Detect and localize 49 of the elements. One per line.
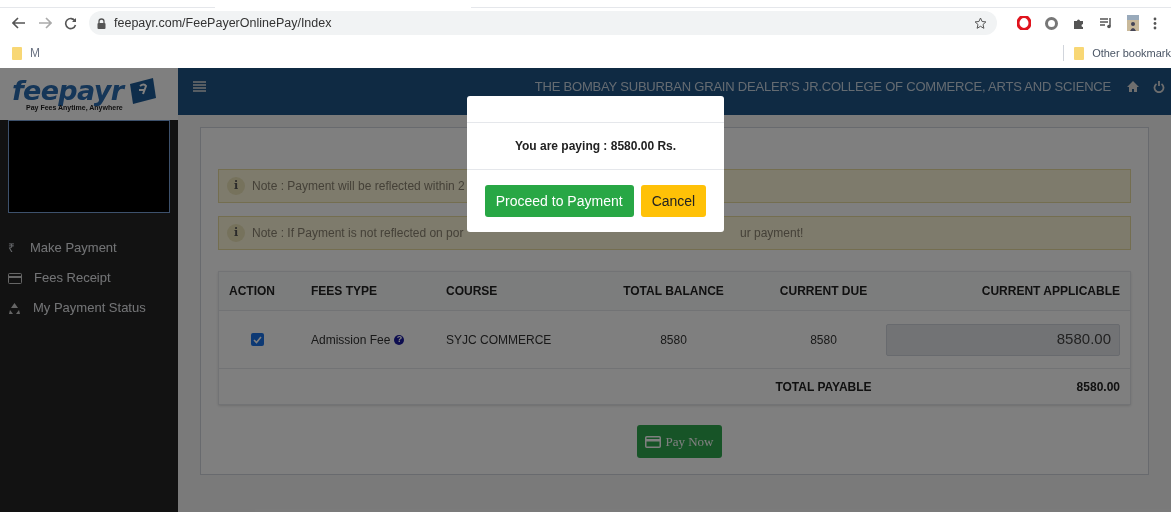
opera-icon[interactable]: [1017, 16, 1031, 30]
pay-now-button[interactable]: Pay Now: [637, 425, 722, 458]
playlist-icon[interactable]: [1099, 17, 1113, 29]
home-icon[interactable]: [1127, 81, 1139, 92]
lock-icon: [97, 17, 106, 29]
address-bar[interactable]: feepayr.com/FeePayerOnlinePay/Index: [89, 11, 997, 35]
card-icon: [8, 272, 22, 284]
info-icon: i: [227, 224, 245, 242]
sidebar-item[interactable]: Fees Receipt: [0, 263, 178, 293]
logo-icon: [127, 77, 158, 104]
sidebar-item[interactable]: My Payment Status: [0, 293, 178, 323]
total-label: TOTAL PAYABLE: [774, 378, 873, 396]
star-icon[interactable]: [974, 16, 987, 30]
table-cell-text: SYJC COMMERCE: [446, 331, 553, 349]
note-text: Note : Payment will be reflected within 2: [252, 178, 466, 195]
help-icon[interactable]: ?: [394, 334, 405, 345]
folder-icon: [12, 46, 22, 60]
column-header: CURRENT APPLICABLE: [980, 283, 1120, 300]
avatar-icon[interactable]: [1127, 15, 1139, 31]
checkbox[interactable]: [251, 333, 264, 346]
column-header: FEES TYPE: [311, 283, 379, 300]
rupee-icon: ₹: [8, 242, 18, 254]
amount-field[interactable]: 8580.00: [886, 323, 1120, 356]
circle-icon[interactable]: [1045, 16, 1058, 30]
column-header: ACTION: [229, 283, 276, 300]
college-title: THE BOMBAY SUBURBAN GRAIN DEALER'S JR.COLLEGE OF COMMERCE, ARTS AND SCIENCE: [534, 77, 1111, 96]
more-icon[interactable]: [1153, 16, 1157, 30]
column-header: TOTAL BALANCE: [622, 283, 725, 300]
column-header: COURSE: [446, 283, 499, 300]
power-icon[interactable]: [1153, 80, 1165, 93]
url-text: feepayr.com/FeePayerOnlinePay/Index: [114, 14, 333, 32]
folder-icon: [1074, 46, 1085, 60]
sidebar-item[interactable]: ₹ Make Payment: [0, 233, 178, 263]
bookmark-folder[interactable]: M: [12, 44, 40, 62]
dialog-button[interactable]: Cancel: [640, 185, 707, 217]
note-text: ur payment!: [740, 225, 804, 242]
info-icon: i: [227, 177, 245, 195]
table-cell-text: 8580: [809, 331, 838, 349]
dialog-button[interactable]: Proceed to Payment: [484, 185, 634, 217]
table-cell-text: 8580: [659, 331, 688, 349]
table-cell-text: Admission Fee: [311, 331, 391, 349]
card-icon: [645, 435, 662, 448]
dialog-message: You are paying : 8580.00 Rs.: [514, 138, 677, 155]
other-bookmarks[interactable]: Other bookmark: [1074, 44, 1171, 62]
total-value: 8580.00: [1075, 378, 1120, 396]
back-icon[interactable]: [12, 17, 26, 29]
column-header: CURRENT DUE: [778, 283, 869, 300]
reload-icon[interactable]: [64, 16, 77, 30]
logo-text: feepayr: [12, 77, 124, 104]
